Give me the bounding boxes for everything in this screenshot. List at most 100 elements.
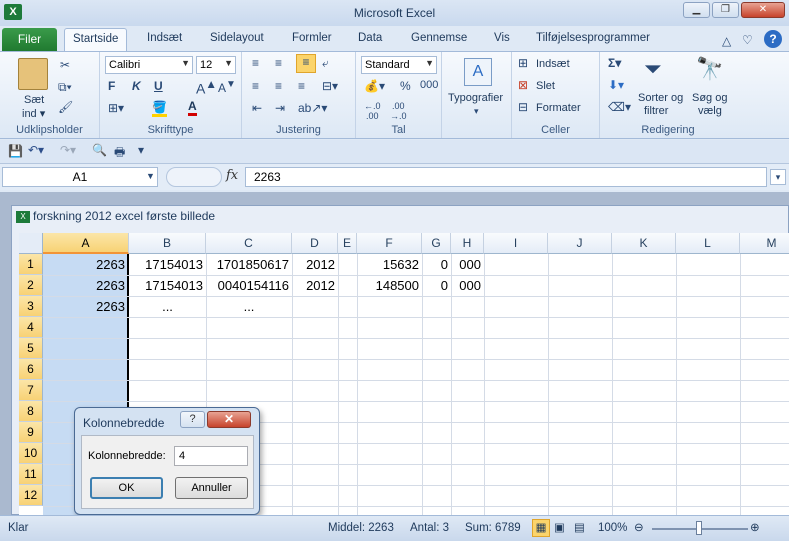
align-top-icon[interactable]: ≡ [252, 56, 259, 70]
align-center-icon[interactable]: ≡ [275, 79, 282, 93]
thousands-button[interactable]: 000 [420, 79, 438, 91]
cell-d2[interactable]: 2012 [292, 275, 335, 296]
column-header-h[interactable]: H [451, 233, 484, 254]
font-size-combo[interactable]: 12 ▼ [196, 56, 236, 74]
decrease-indent-icon[interactable]: ⇤ [252, 101, 262, 115]
copy-icon[interactable]: ⧉▾ [58, 80, 72, 95]
column-header-a[interactable]: A [43, 233, 129, 254]
row-header-5[interactable]: 5 [19, 338, 43, 359]
row-header-8[interactable]: 8 [19, 401, 43, 422]
row-header-2[interactable]: 2 [19, 275, 43, 296]
cell-g2[interactable]: 0 [422, 275, 448, 296]
cell-a3[interactable]: 2263 [43, 296, 125, 317]
save-icon[interactable]: 💾 [8, 144, 23, 158]
increase-indent-icon[interactable]: ⇥ [275, 101, 285, 115]
delete-cells-label[interactable]: Slet [536, 80, 555, 92]
tab-formulas[interactable]: Formler [292, 32, 332, 44]
name-box[interactable]: A1 [2, 167, 158, 187]
row-header-3[interactable]: 3 [19, 296, 43, 317]
format-painter-icon[interactable]: 🖌 [58, 100, 73, 114]
align-middle-icon[interactable]: ≡ [275, 56, 282, 70]
cell-a1[interactable]: 2263 [43, 254, 125, 275]
cell-c1[interactable]: 1701850617 [206, 254, 289, 275]
restore-button[interactable]: ❐ [712, 2, 739, 18]
find-select-label-2[interactable]: vælg [698, 105, 722, 117]
dialog-help-button[interactable]: ? [180, 411, 205, 428]
column-header-f[interactable]: F [357, 233, 422, 254]
expand-formula-bar-icon[interactable]: ▾ [770, 169, 786, 185]
zoom-slider-thumb[interactable] [696, 521, 702, 535]
tab-insert[interactable]: Indsæt [147, 32, 182, 44]
row-header-1[interactable]: 1 [19, 254, 43, 275]
formula-input[interactable]: 2263 [245, 167, 767, 187]
tab-file[interactable]: Filer [2, 28, 57, 51]
sort-filter-label-2[interactable]: filtrer [644, 105, 668, 117]
font-color-icon[interactable]: A [188, 99, 197, 116]
styles-icon[interactable]: A [464, 58, 492, 86]
minimize-ribbon-icon[interactable]: △ [722, 34, 731, 48]
sort-filter-icon[interactable]: ⏷ [644, 56, 662, 82]
autosum-icon[interactable]: Σ▾ [608, 56, 621, 70]
page-break-view-icon[interactable]: ▤ [574, 520, 585, 534]
italic-button[interactable]: K [132, 79, 141, 93]
styles-label[interactable]: Typografier [448, 92, 503, 104]
format-cells-icon[interactable]: ⊟ [518, 100, 528, 114]
cell-f2[interactable]: 148500 [357, 275, 419, 296]
format-cells-label[interactable]: Formater [536, 102, 581, 114]
column-width-input[interactable]: 4 [174, 446, 248, 466]
binoculars-icon[interactable]: 🔭 [696, 56, 723, 82]
insert-function-icon[interactable]: fx [226, 168, 238, 183]
column-header-e[interactable]: E [338, 233, 357, 254]
column-header-k[interactable]: K [612, 233, 676, 254]
close-window-button[interactable]: ✕ [741, 2, 785, 18]
font-name-combo[interactable]: Calibri ▼ [105, 56, 193, 74]
cancel-button[interactable]: Annuller [175, 477, 248, 499]
sort-filter-label[interactable]: Sorter og [638, 92, 683, 104]
column-header-c[interactable]: C [206, 233, 292, 254]
cell-c2[interactable]: 0040154116 [206, 275, 289, 296]
paste-label[interactable]: Sæt [24, 94, 44, 106]
cell-c3[interactable]: ... [206, 296, 292, 317]
percent-button[interactable]: % [400, 79, 411, 93]
cell-h1[interactable]: 000 [451, 254, 481, 275]
tab-addins[interactable]: Tilføjelsesprogrammer [536, 32, 650, 44]
cell-b1[interactable]: 17154013 [129, 254, 203, 275]
dialog-close-button[interactable]: ✕ [207, 411, 251, 428]
cut-icon[interactable]: ✂ [60, 58, 70, 72]
cell-d1[interactable]: 2012 [292, 254, 335, 275]
tab-review[interactable]: Gennemse [411, 32, 467, 44]
zoom-level[interactable]: 100% [598, 522, 627, 534]
cell-b3[interactable]: ... [129, 296, 206, 317]
name-box-dropdown-icon[interactable]: ▼ [146, 171, 155, 181]
currency-icon[interactable]: 💰▾ [364, 79, 385, 93]
column-header-d[interactable]: D [292, 233, 338, 254]
print-preview-icon[interactable]: 🔍 [92, 143, 107, 157]
minimize-button[interactable]: ▁ [683, 2, 710, 18]
tab-data[interactable]: Data [358, 32, 382, 44]
align-left-icon[interactable]: ≡ [252, 79, 259, 93]
cell-h2[interactable]: 000 [451, 275, 481, 296]
chevron-down-icon[interactable]: ▾ [474, 106, 479, 117]
grow-font-icon[interactable]: A▲ [196, 78, 217, 97]
tab-page-layout[interactable]: Sidelayout [210, 32, 264, 44]
find-select-label[interactable]: Søg og [692, 92, 727, 104]
paste-dropdown-label[interactable]: ind ▾ [22, 107, 45, 120]
zoom-in-icon[interactable]: ⊕ [750, 520, 760, 534]
tab-view[interactable]: Vis [494, 32, 510, 44]
row-header-10[interactable]: 10 [19, 443, 43, 464]
align-bottom-icon[interactable]: ≡ [296, 54, 316, 73]
undo-icon[interactable]: ↶▾ [28, 143, 44, 157]
column-header-m[interactable]: M [740, 233, 789, 254]
cell-b2[interactable]: 17154013 [129, 275, 203, 296]
row-header-6[interactable]: 6 [19, 359, 43, 380]
row-header-11[interactable]: 11 [19, 464, 43, 485]
delete-cells-icon[interactable]: ⊠ [518, 78, 528, 92]
print-icon[interactable]: 🖶 [114, 143, 125, 164]
formula-bar-expander[interactable] [166, 167, 222, 187]
cell-a2[interactable]: 2263 [43, 275, 125, 296]
row-header-9[interactable]: 9 [19, 422, 43, 443]
column-header-l[interactable]: L [676, 233, 740, 254]
bold-button[interactable]: F [108, 79, 115, 93]
ok-button[interactable]: OK [90, 477, 163, 499]
fill-color-icon[interactable]: 🪣 [152, 100, 167, 117]
